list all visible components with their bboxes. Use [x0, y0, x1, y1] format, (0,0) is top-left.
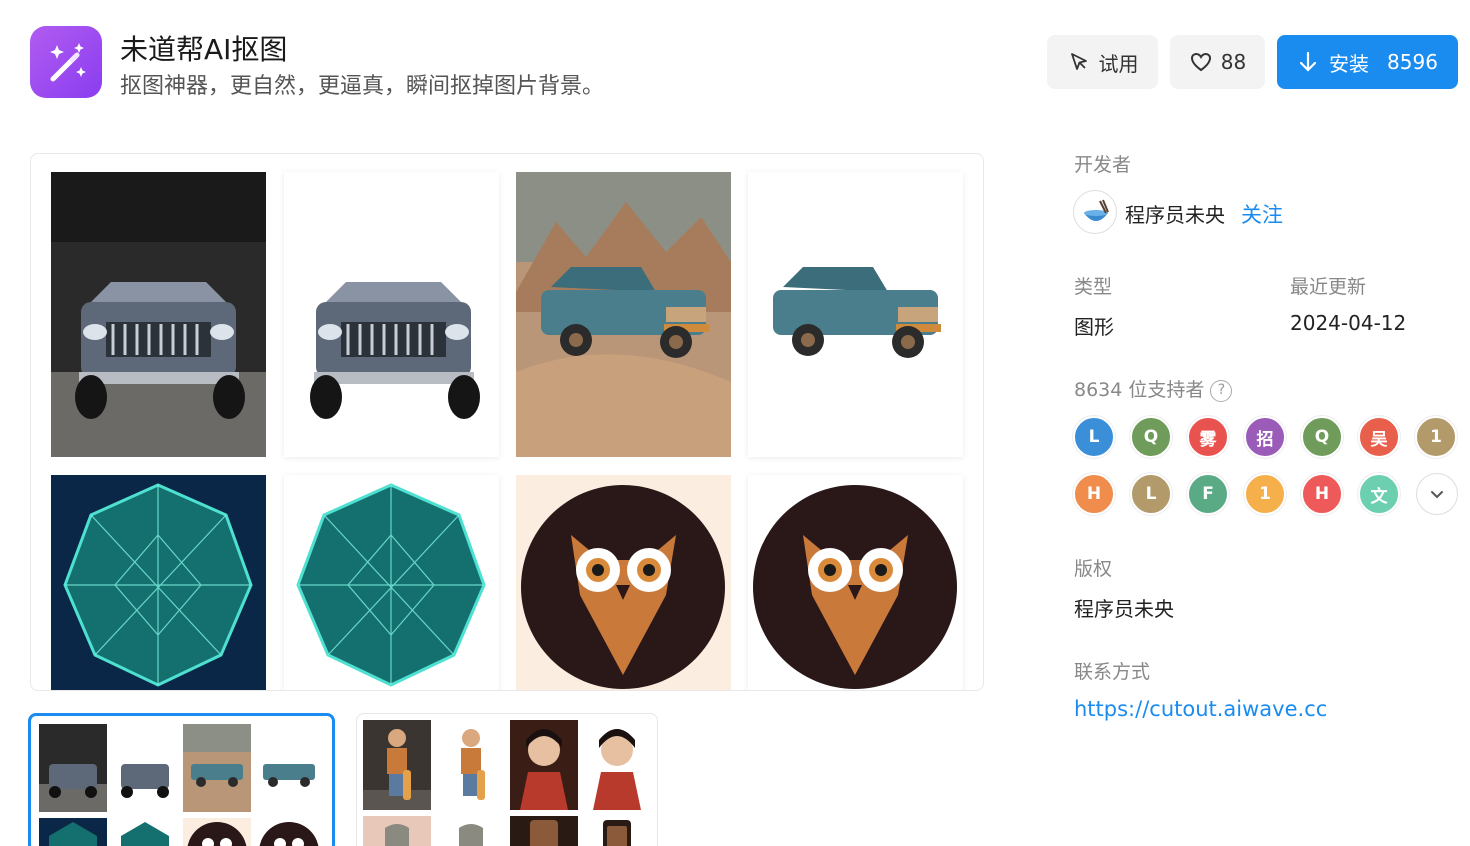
updated-label: 最近更新 [1290, 276, 1367, 298]
developer-name[interactable]: 程序员未央 [1125, 199, 1225, 228]
thumbnail-kids[interactable] [356, 713, 658, 846]
supporter-avatar[interactable]: 招 [1244, 416, 1286, 458]
cursor-click-icon [1070, 53, 1087, 70]
thumb-jeep-original [39, 724, 107, 812]
main-preview[interactable] [30, 153, 984, 691]
thumb-crystal-cutout [111, 818, 179, 846]
supporter-avatar[interactable]: 1 [1415, 416, 1457, 458]
thumb-chair-original [363, 816, 431, 846]
copyright-label: 版权 [1074, 558, 1113, 580]
supporter-avatar[interactable]: H [1301, 473, 1343, 515]
supporters-label: 8634 位支持者 [1074, 379, 1205, 401]
supporter-avatar[interactable]: L [1130, 473, 1172, 515]
app-icon [30, 26, 102, 98]
follow-button[interactable]: 关注 [1241, 199, 1283, 229]
app-title: 未道帮AI抠图 [120, 33, 288, 66]
supporter-avatar[interactable]: F [1187, 473, 1229, 515]
developer-label: 开发者 [1074, 154, 1132, 176]
jeep-original-image [51, 172, 266, 457]
supporter-avatar[interactable]: 雾 [1187, 416, 1229, 458]
supporter-avatar[interactable]: L [1073, 416, 1115, 458]
supporter-avatar[interactable]: Q [1130, 416, 1172, 458]
expand-supporters-button[interactable] [1416, 473, 1458, 515]
thumb-phone-cutout [583, 816, 651, 846]
supporter-avatar[interactable]: 文 [1358, 473, 1400, 515]
owl-original-image [516, 475, 731, 690]
magic-wand-icon [50, 43, 86, 82]
thumb-boy-original [363, 720, 431, 810]
supporter-avatar[interactable]: Q [1301, 416, 1343, 458]
install-label: 安装 [1329, 51, 1370, 76]
thumb-wagon-original [183, 724, 251, 812]
crystal-cutout-image [284, 475, 499, 690]
contact-link[interactable]: https://cutout.aiwave.cc [1074, 697, 1327, 721]
help-icon[interactable]: ? [1210, 379, 1233, 402]
install-button[interactable]: 安装 8596 [1277, 35, 1458, 89]
try-button[interactable]: 试用 [1047, 35, 1158, 89]
thumb-girl-cutout [583, 720, 651, 810]
thumb-boy-cutout [437, 720, 505, 810]
heart-icon [1190, 52, 1211, 72]
contact-label: 联系方式 [1074, 661, 1151, 683]
install-count: 8596 [1387, 50, 1438, 74]
crystal-original-image [51, 475, 266, 690]
thumb-crystal-original [39, 818, 107, 846]
thumb-girl-original [510, 720, 578, 810]
supporter-avatar[interactable]: 吴 [1358, 416, 1400, 458]
thumb-phone-original [510, 816, 578, 846]
thumb-owl-cutout [255, 818, 323, 846]
thumb-owl-original [183, 818, 251, 846]
chevron-down-icon [1431, 491, 1443, 499]
wagon-cutout-image [748, 172, 963, 457]
try-label: 试用 [1098, 51, 1139, 76]
thumb-jeep-cutout [111, 724, 179, 812]
app-subtitle: 抠图神器，更自然，更逼真，瞬间抠掉图片背景。 [120, 74, 605, 99]
thumbnail-vehicles[interactable] [28, 713, 335, 846]
type-value: 图形 [1074, 315, 1114, 339]
bowl-avatar-icon [1084, 199, 1109, 221]
developer-avatar[interactable] [1073, 190, 1117, 234]
jeep-cutout-image [284, 172, 499, 457]
supporters-label-row: 8634 位支持者? [1074, 375, 1233, 402]
copyright-value: 程序员未央 [1074, 597, 1174, 621]
owl-cutout-image [748, 475, 963, 690]
supporter-avatar[interactable]: 1 [1244, 473, 1286, 515]
like-button[interactable]: 88 [1170, 35, 1265, 89]
download-arrow-icon [1299, 51, 1317, 72]
thumb-chair-cutout [437, 816, 505, 846]
wagon-original-image [516, 172, 731, 457]
like-count: 88 [1220, 50, 1247, 74]
updated-value: 2024-04-12 [1290, 311, 1407, 335]
thumb-wagon-cutout [255, 724, 323, 812]
type-label: 类型 [1074, 276, 1113, 298]
supporter-avatar[interactable]: H [1073, 473, 1115, 515]
